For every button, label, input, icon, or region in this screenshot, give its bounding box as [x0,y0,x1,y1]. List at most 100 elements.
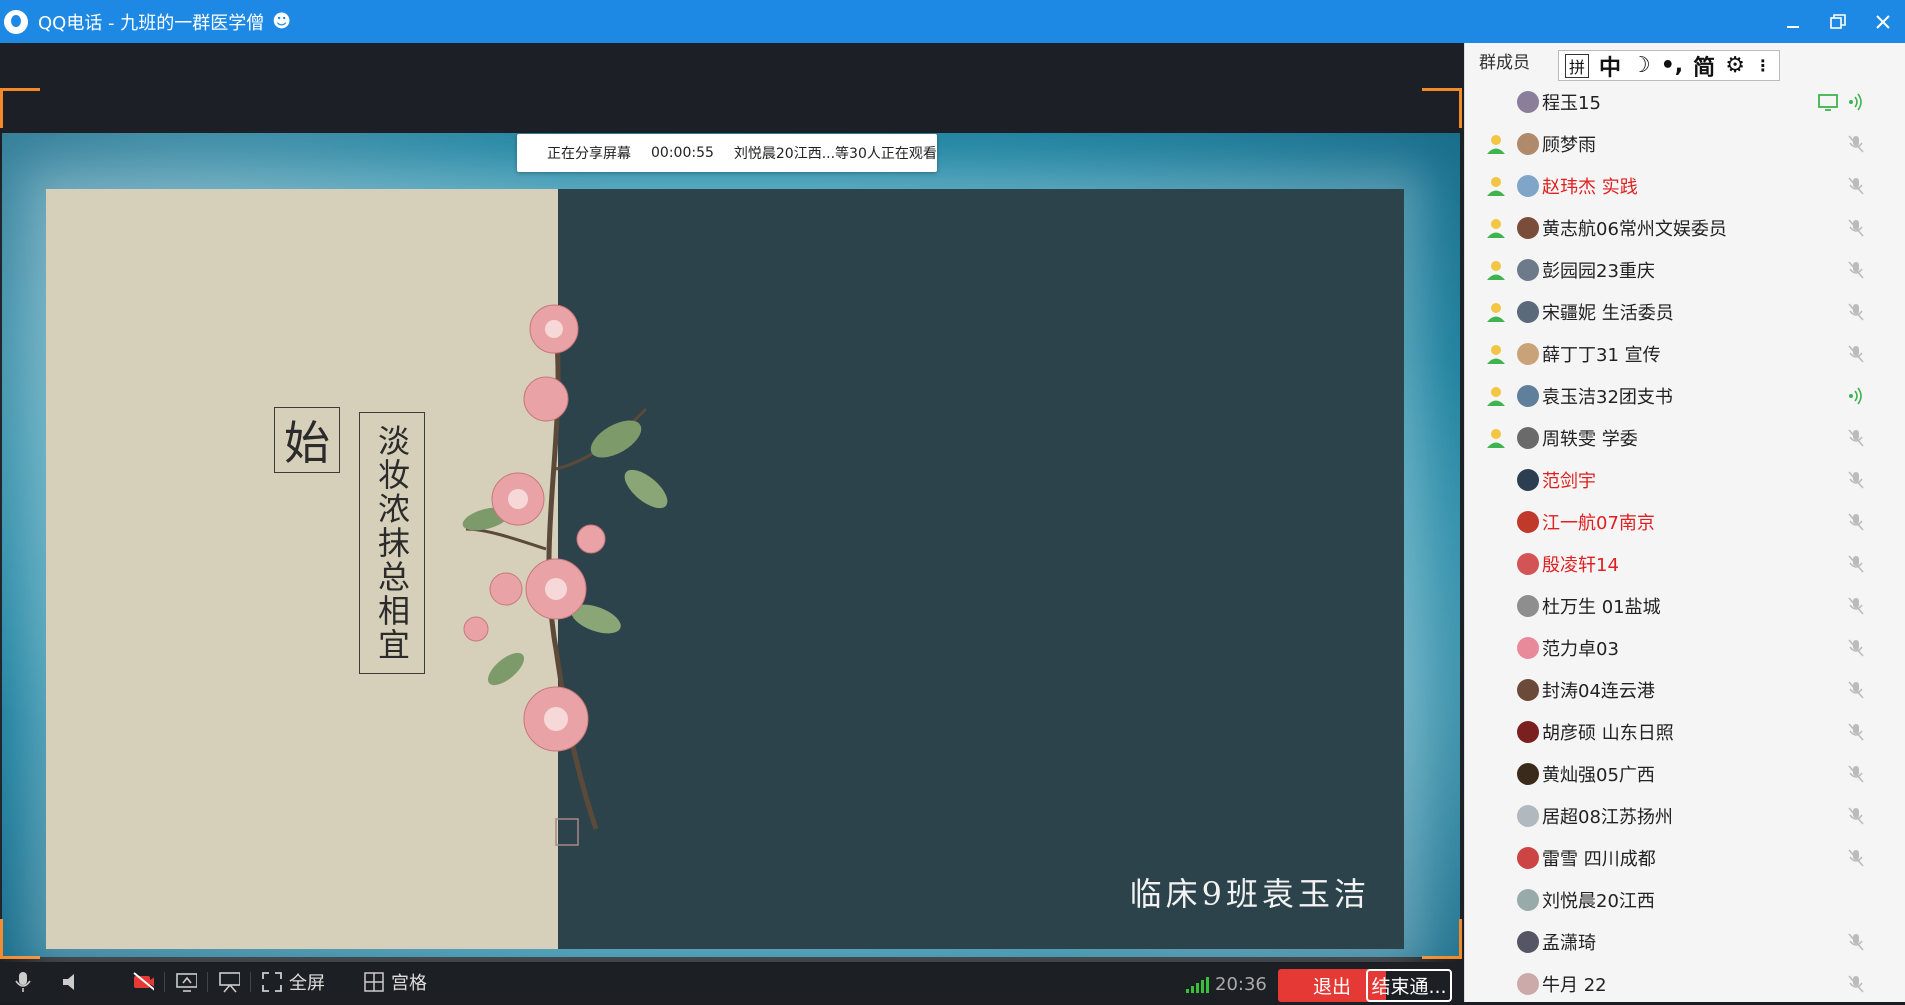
member-name: 杜万生 01盐城 [1542,597,1661,618]
member-row[interactable]: 程玉15 [1465,81,1905,123]
member-row[interactable]: 居超08江苏扬州 [1465,795,1905,837]
member-role-icon [1485,175,1507,197]
member-row[interactable]: 赵玮杰 实践 [1465,165,1905,207]
member-name: 孟潇琦 [1542,933,1596,954]
presentation-slide: 始 淡妆浓抹总相宜 临床9班袁玉洁 [46,189,1404,949]
member-row[interactable]: 顾梦雨 [1465,123,1905,165]
share-screen-button[interactable] [175,971,197,993]
member-name: 范力卓03 [1542,639,1619,660]
speaking-icon [1845,91,1867,113]
member-row[interactable]: 黄灿强05广西 [1465,753,1905,795]
member-row[interactable]: 杜万生 01盐城 [1465,585,1905,627]
avatar [1517,805,1539,827]
screen-share-stage: 始 淡妆浓抹总相宜 临床9班袁玉洁 正在分享屏幕 00:00:55 刘悦晨20江… [0,43,1464,1002]
member-name: 胡彦硕 山东日照 [1542,723,1674,744]
speaker-icon [60,971,82,993]
member-name: 黄灿强05广西 [1542,765,1655,786]
slide-signature: 临床9班袁玉洁 [1129,875,1370,913]
slide-start-box: 始 [274,407,340,473]
mic-muted-icon [1845,427,1867,449]
member-row[interactable]: 胡彦硕 山东日照 [1465,711,1905,753]
member-name: 江一航07南京 [1542,513,1655,534]
mic-muted-icon [1845,637,1867,659]
member-name: 范剑宇 [1542,471,1596,492]
avatar [1517,343,1539,365]
member-row[interactable]: 宋疆妮 生活委员 [1465,291,1905,333]
mic-muted-icon [1845,553,1867,575]
grid-view-button[interactable]: 宫格 [363,969,427,995]
avatar [1517,721,1539,743]
avatar [1517,679,1539,701]
microphone-button[interactable] [12,971,34,993]
member-role-icon [1485,385,1507,407]
avatar [1517,175,1539,197]
mic-muted-icon [1845,133,1867,155]
member-role-icon [1485,259,1507,281]
ime-simplified[interactable]: 简 [1693,50,1715,82]
end-call-button[interactable]: 结束通... [1366,969,1452,1002]
member-row[interactable]: 袁玉洁32团支书 [1465,375,1905,417]
mic-muted-icon [1845,973,1867,995]
member-name: 袁玉洁32团支书 [1542,387,1673,408]
qq-logo-icon [4,9,28,34]
avatar [1517,931,1539,953]
mic-muted-icon [1845,217,1867,239]
ime-pinyin-box[interactable]: 拼 [1565,53,1589,78]
member-list: 程玉15 顾梦雨 赵玮杰 实践 黄志航06常州文娱委员彭园园23重庆宋疆妮 生活委员薛… [1465,81,1905,1005]
member-row[interactable]: 范力卓03 [1465,627,1905,669]
screen-sharing-icon [1817,91,1839,113]
share-timer: 00:00:55 [651,145,714,161]
avatar [1517,427,1539,449]
member-name: 彭园园23重庆 [1542,261,1655,282]
input-method-toolbar[interactable]: 拼 中 ☽ •, 简 ⚙ ⋮ [1558,50,1780,81]
avatar [1517,259,1539,281]
slide-poem: 淡妆浓抹总相宜 [359,412,425,674]
member-row[interactable]: 雷雪 四川成都 [1465,837,1905,879]
punctuation-icon[interactable]: •, [1661,53,1683,78]
speaker-button[interactable] [60,971,82,993]
avatar [1517,889,1539,911]
mic-muted-icon [1845,469,1867,491]
avatar [1517,301,1539,323]
share-screen-icon [175,971,197,993]
mic-muted-icon [1845,511,1867,533]
screen-share-status-bar: 正在分享屏幕 00:00:55 刘悦晨20江西...等30人正在观看 [517,134,937,172]
member-panel: 群成员 拼 中 ☽ •, 简 ⚙ ⋮ 程玉15 顾梦雨 赵玮杰 实践 黄志航06常州文… [1464,43,1905,1002]
member-row[interactable]: 黄志航06常州文娱委员 [1465,207,1905,249]
member-row[interactable]: 殷凌轩14 [1465,543,1905,585]
minimize-button[interactable] [1770,0,1815,43]
member-name: 封涛04连云港 [1542,681,1655,702]
member-row[interactable]: 周轶雯 学委 [1465,417,1905,459]
fullscreen-button[interactable]: 全屏 [261,969,325,995]
frame-corner [0,88,40,128]
member-row[interactable]: 孟潇琦 [1465,921,1905,963]
close-button[interactable] [1860,0,1905,43]
member-row[interactable]: 封涛04连云港 [1465,669,1905,711]
mic-muted-icon [1845,343,1867,365]
frame-corner [1422,919,1462,959]
moon-icon[interactable]: ☽ [1631,53,1651,78]
sharing-label: 正在分享屏幕 [547,146,631,162]
settings-gear-icon[interactable]: ⚙ [1725,53,1745,78]
restore-button[interactable] [1815,0,1860,43]
member-row[interactable]: 范剑宇 [1465,459,1905,501]
avatar [1517,217,1539,239]
signal-strength-icon [1186,976,1209,993]
member-row[interactable]: 彭园园23重庆 [1465,249,1905,291]
member-name: 居超08江苏扬州 [1542,807,1673,828]
member-row[interactable]: 刘悦晨20江西 [1465,879,1905,921]
avatar [1517,595,1539,617]
member-row[interactable]: 牛月 22 [1465,963,1905,1005]
camera-off-icon [132,971,154,993]
member-row[interactable]: 薛丁丁31 宣传 [1465,333,1905,375]
frame-corner [0,919,40,959]
camera-off-button[interactable] [132,971,154,993]
member-name: 雷雪 四川成都 [1542,849,1656,870]
presentation-button[interactable] [218,971,240,993]
ime-mode[interactable]: 中 [1599,50,1621,82]
ime-menu-icon[interactable]: ⋮ [1755,56,1771,75]
avatar [1517,847,1539,869]
minimize-icon [1786,25,1799,28]
member-row[interactable]: 江一航07南京 [1465,501,1905,543]
speaking-icon [1845,385,1867,407]
